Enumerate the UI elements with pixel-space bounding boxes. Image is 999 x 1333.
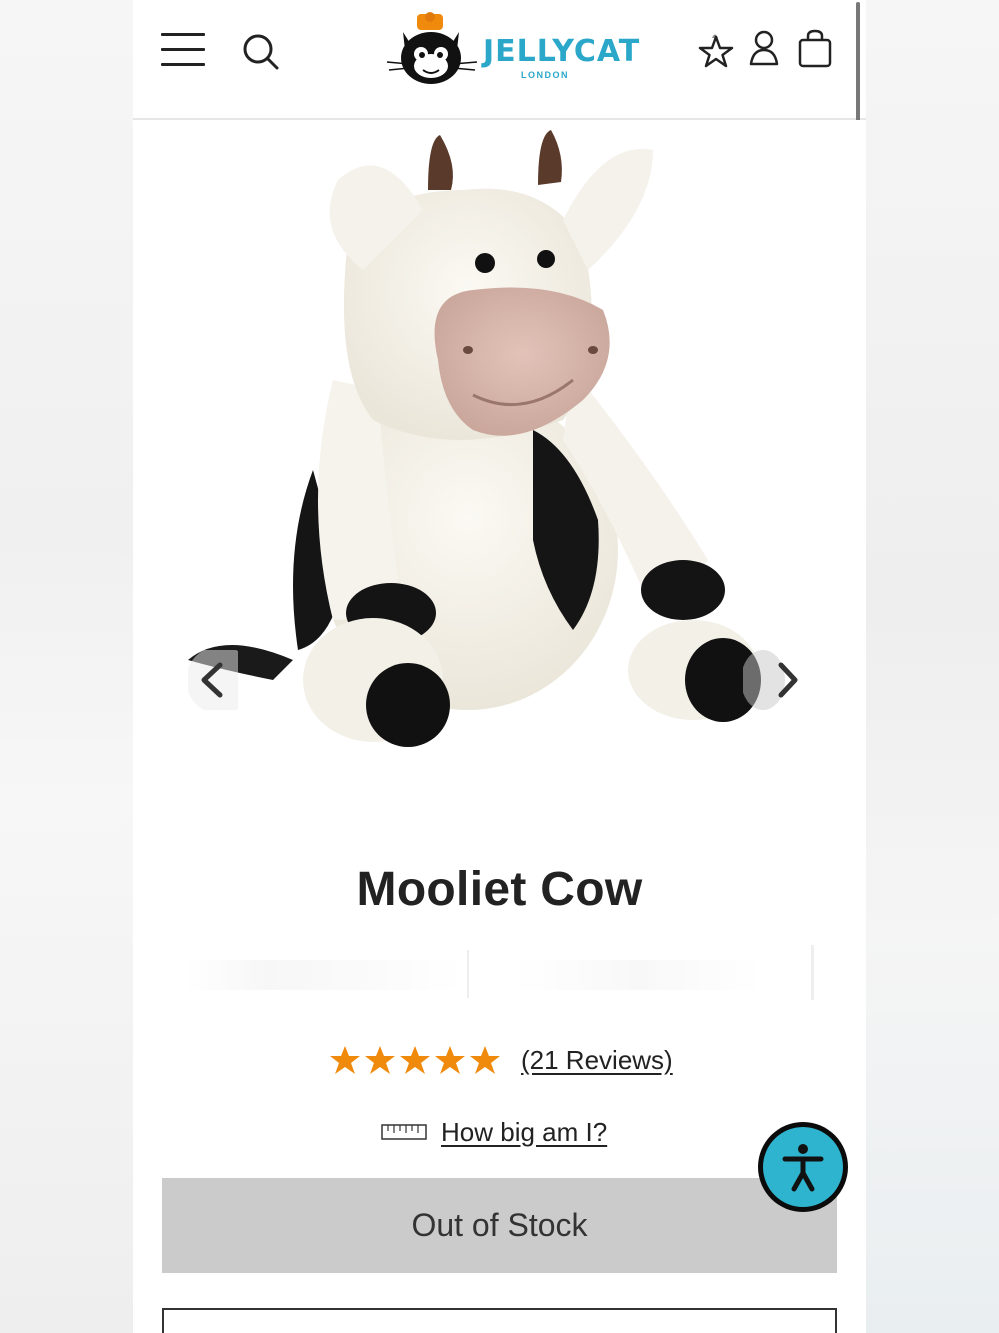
brand-subtitle: LONDON <box>521 70 569 80</box>
reviews-link[interactable]: (21 Reviews) <box>521 1045 673 1076</box>
gallery-next-button[interactable] <box>741 650 798 710</box>
out-of-stock-button[interactable]: Out of Stock <box>162 1178 837 1273</box>
faded-option-row <box>173 945 823 1000</box>
size-guide-link[interactable]: How big am I? <box>441 1117 607 1148</box>
site-header: JELLYCAT LONDON <box>133 0 866 120</box>
ruler-icon <box>381 1124 427 1140</box>
mobile-page: JELLYCAT LONDON Mooliet Cow (21 Reviews)… <box>133 0 866 1333</box>
rating-row: (21 Reviews) <box>329 1040 673 1080</box>
star-icon <box>365 1046 395 1074</box>
background-right <box>866 0 999 1333</box>
star-icon <box>330 1046 360 1074</box>
search-icon[interactable] <box>241 32 281 72</box>
product-image-gallery[interactable] <box>133 120 866 820</box>
secondary-action-button[interactable] <box>162 1308 837 1333</box>
accessibility-icon <box>782 1144 824 1192</box>
star-icon <box>435 1046 465 1074</box>
cat-logo-icon <box>386 12 478 84</box>
bag-icon[interactable] <box>794 28 836 70</box>
star-icon <box>470 1046 500 1074</box>
product-title: Mooliet Cow <box>356 863 643 916</box>
account-icon[interactable] <box>743 28 785 70</box>
star-icon <box>400 1046 430 1074</box>
brand-name: JELLYCAT <box>483 34 641 69</box>
size-guide-row[interactable]: How big am I? <box>381 1112 607 1152</box>
background-left <box>0 0 133 1333</box>
gallery-prev-button[interactable] <box>186 646 254 714</box>
accessibility-button[interactable] <box>758 1122 848 1212</box>
star-rating <box>329 1044 501 1076</box>
brand-logo[interactable]: JELLYCAT LONDON <box>383 10 639 90</box>
menu-icon[interactable] <box>161 33 207 69</box>
wishlist-icon[interactable] <box>696 28 738 70</box>
product-image <box>188 130 761 747</box>
